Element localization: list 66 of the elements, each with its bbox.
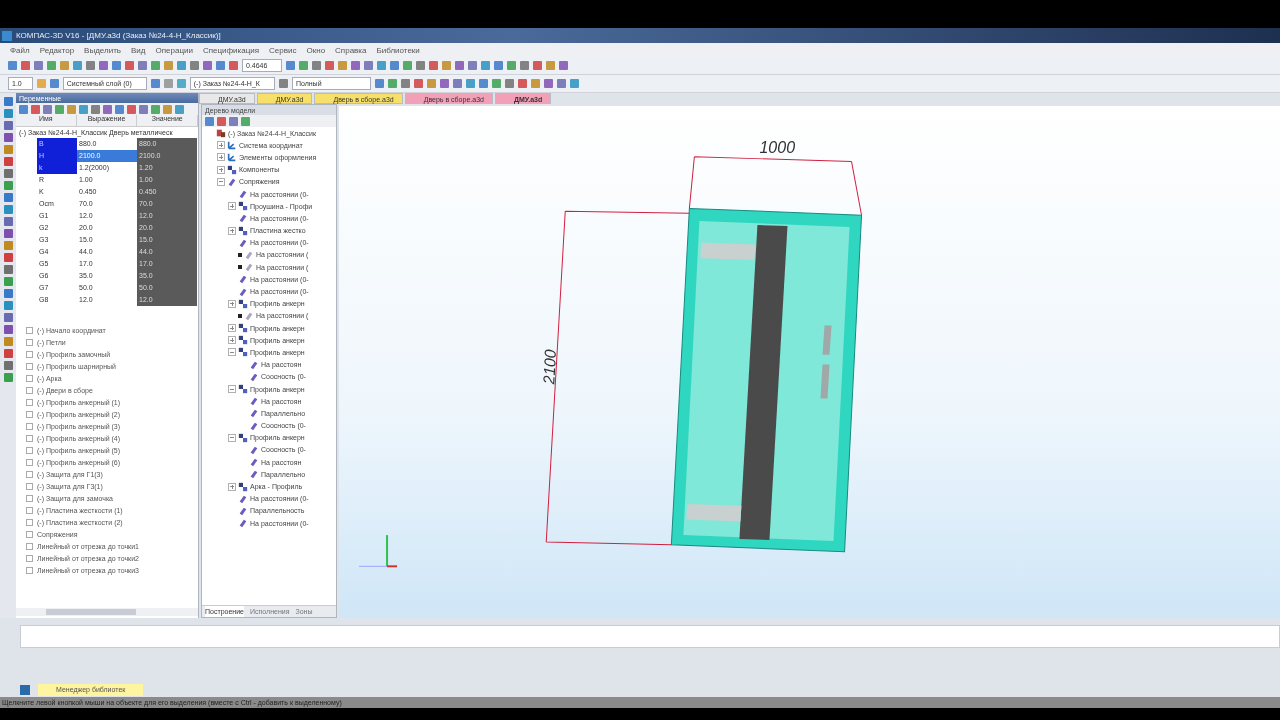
mate-icon bbox=[238, 493, 248, 504]
mate-icon bbox=[249, 469, 259, 480]
component-icon bbox=[238, 481, 248, 492]
mate-icon bbox=[244, 310, 254, 321]
mate-icon bbox=[238, 286, 248, 297]
component-icon bbox=[238, 335, 248, 346]
component-icon bbox=[238, 384, 248, 395]
mate-icon bbox=[238, 189, 248, 200]
collapse-toggle[interactable] bbox=[228, 385, 236, 394]
dimension-label: 2100 bbox=[540, 349, 560, 385]
assembly-icon bbox=[216, 128, 226, 139]
collapse-toggle[interactable] bbox=[228, 433, 236, 442]
collapse-toggle[interactable] bbox=[217, 177, 225, 186]
axes-icon bbox=[227, 152, 237, 163]
component-icon bbox=[227, 164, 237, 175]
collapse-toggle[interactable] bbox=[228, 348, 236, 357]
expand-toggle[interactable] bbox=[228, 202, 236, 211]
mate-icon bbox=[238, 237, 248, 248]
scroll-bar[interactable] bbox=[16, 608, 198, 616]
mate-icon bbox=[249, 444, 259, 455]
mate-icon bbox=[238, 505, 248, 516]
expand-toggle[interactable] bbox=[228, 226, 236, 235]
menu-item[interactable]: Справка bbox=[335, 45, 367, 55]
dimension-line[interactable] bbox=[688, 156, 863, 216]
mate-icon bbox=[249, 457, 259, 468]
expand-toggle[interactable] bbox=[228, 336, 236, 345]
axis-triad-icon bbox=[358, 534, 399, 568]
expand-toggle[interactable] bbox=[228, 482, 236, 491]
mate-icon bbox=[244, 262, 254, 273]
expand-toggle[interactable] bbox=[228, 299, 236, 308]
mate-icon bbox=[249, 396, 259, 407]
mate-icon bbox=[238, 213, 248, 224]
app-icon bbox=[2, 30, 12, 41]
component-icon bbox=[238, 298, 248, 309]
component-icon bbox=[238, 323, 248, 334]
menu-item[interactable]: Сервис bbox=[269, 45, 297, 55]
library-icon bbox=[20, 685, 30, 695]
expand-toggle[interactable] bbox=[217, 153, 225, 162]
menu-item[interactable]: Выделить bbox=[84, 45, 121, 55]
door-model-drawing[interactable] bbox=[670, 207, 863, 553]
menu-item[interactable]: Вид bbox=[131, 45, 146, 55]
mate-icon bbox=[249, 408, 259, 419]
menu-item[interactable]: Редактор bbox=[39, 45, 75, 55]
dimension-label: 1000 bbox=[759, 139, 796, 156]
mate-icon bbox=[244, 249, 254, 260]
menu-item[interactable]: Библиотеки bbox=[376, 45, 420, 55]
window-title: КОМПАС-3D V16 - [ДМУ.a3d (Заказ №24-4-Н_Классик)] bbox=[16, 31, 221, 40]
expand-toggle[interactable] bbox=[217, 141, 225, 150]
menu-item[interactable]: Файл bbox=[10, 45, 30, 55]
component-icon bbox=[238, 201, 248, 212]
mate-icon bbox=[227, 176, 237, 187]
mate-icon bbox=[238, 274, 248, 285]
mate-icon bbox=[249, 420, 259, 431]
command-field[interactable] bbox=[20, 625, 1280, 648]
mate-icon bbox=[249, 359, 259, 370]
component-icon bbox=[238, 432, 248, 443]
component-icon bbox=[238, 225, 248, 236]
menu-item[interactable]: Окно bbox=[306, 45, 326, 55]
mate-icon bbox=[238, 518, 248, 529]
axes-icon bbox=[227, 140, 237, 151]
mate-icon bbox=[249, 371, 259, 382]
expand-toggle[interactable] bbox=[228, 324, 236, 333]
menu-item[interactable]: Спецификация bbox=[202, 45, 260, 55]
menu-item[interactable]: Операции bbox=[155, 45, 193, 55]
expand-toggle[interactable] bbox=[217, 165, 225, 174]
component-icon bbox=[238, 347, 248, 358]
